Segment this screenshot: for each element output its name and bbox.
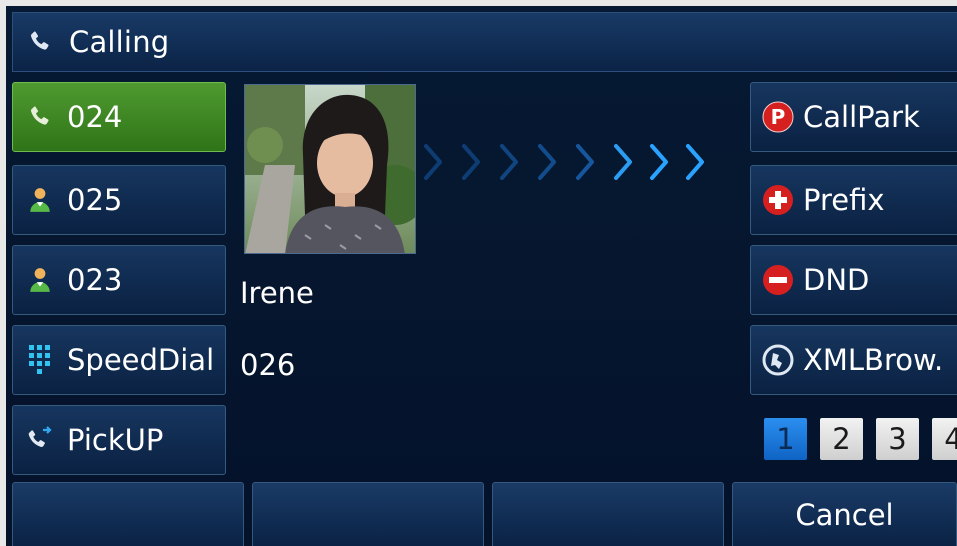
contact-photo (244, 84, 416, 254)
page-indicator: 1 2 3 4 (764, 418, 957, 460)
chevron-right-icon (538, 144, 556, 180)
line-key-label: PickUP (67, 423, 164, 457)
line-key-025[interactable]: 025 (12, 165, 226, 235)
line-key-label: 023 (67, 263, 123, 297)
contact-person-icon (23, 183, 57, 217)
page-3-button[interactable]: 3 (876, 418, 919, 460)
line-key-label: SpeedDial (67, 343, 215, 377)
chevron-right-icon (686, 144, 704, 180)
pickup-phone-icon (23, 423, 57, 457)
phone-icon (23, 100, 57, 134)
dnd-button[interactable]: DND (750, 245, 957, 315)
chevron-right-icon (614, 144, 632, 180)
callpark-button[interactable]: P CallPark (750, 82, 957, 152)
calling-progress-chevrons (424, 144, 704, 180)
xml-browser-button[interactable]: XMLBrow. (750, 325, 957, 395)
phone-icon (23, 25, 57, 59)
chevron-right-icon (650, 144, 668, 180)
title-bar: Calling (12, 12, 957, 72)
plus-circle-icon (761, 183, 795, 217)
prefix-button[interactable]: Prefix (750, 165, 957, 235)
chevron-right-icon (576, 144, 594, 180)
dnd-label: DND (803, 263, 870, 297)
page-1-button[interactable]: 1 (764, 418, 807, 460)
cancel-button[interactable]: Cancel (732, 482, 957, 546)
callpark-label: CallPark (803, 100, 920, 134)
minus-circle-icon (761, 263, 795, 297)
chevron-right-icon (462, 144, 480, 180)
xml-browser-label: XMLBrow. (803, 343, 944, 377)
contact-number: 026 (240, 348, 296, 382)
keypad-icon (23, 343, 57, 377)
park-p-icon: P (761, 100, 795, 134)
page-title: Calling (69, 25, 170, 59)
page-2-button[interactable]: 2 (820, 418, 863, 460)
line-key-speeddial[interactable]: SpeedDial (12, 325, 226, 395)
svg-text:P: P (771, 105, 786, 129)
softkey-2[interactable] (252, 482, 484, 546)
globe-icon (761, 343, 795, 377)
prefix-label: Prefix (803, 183, 885, 217)
softkey-1[interactable] (12, 482, 244, 546)
cancel-label: Cancel (795, 497, 894, 532)
line-key-label: 025 (67, 183, 123, 217)
page-4-button[interactable]: 4 (932, 418, 957, 460)
line-key-label: 024 (67, 100, 123, 134)
softkey-3[interactable] (492, 482, 724, 546)
contact-person-icon (23, 263, 57, 297)
chevron-right-icon (424, 144, 442, 180)
line-key-pickup[interactable]: PickUP (12, 405, 226, 475)
line-key-023[interactable]: 023 (12, 245, 226, 315)
chevron-right-icon (500, 144, 518, 180)
line-key-024[interactable]: 024 (12, 82, 226, 152)
contact-name: Irene (240, 276, 314, 310)
